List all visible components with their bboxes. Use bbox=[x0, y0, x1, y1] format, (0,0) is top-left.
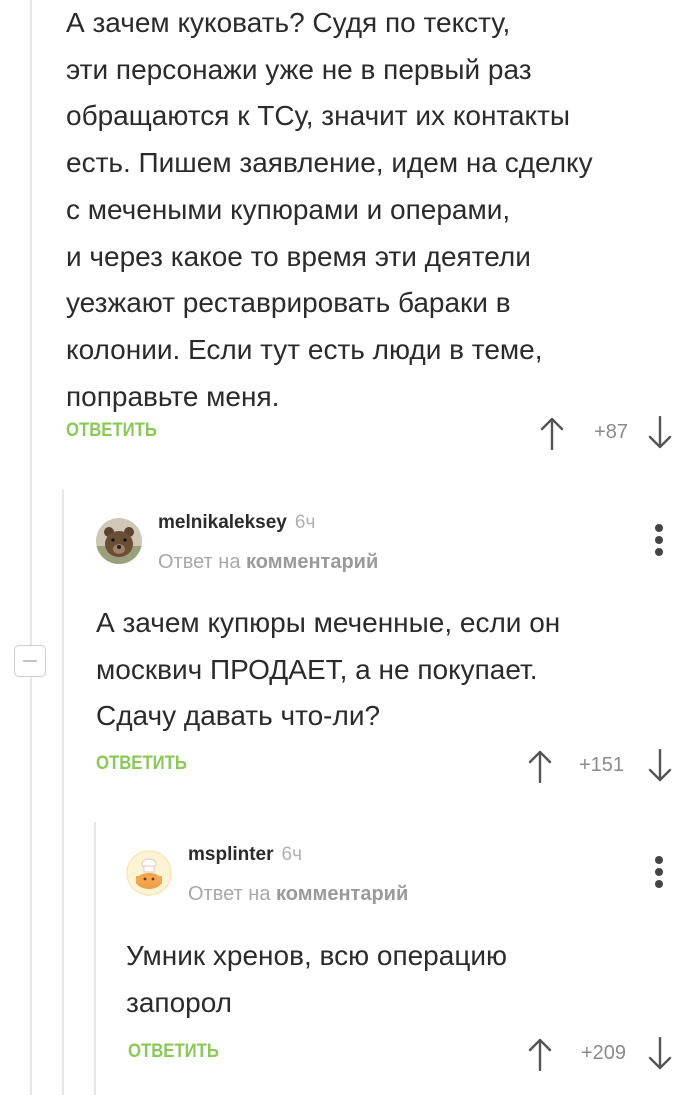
comment-time: 6ч bbox=[281, 844, 302, 865]
author-name[interactable]: melnikaleksey bbox=[158, 512, 287, 533]
reply-button[interactable]: ОТВЕТИТЬ bbox=[66, 420, 157, 442]
comment-line: поправьте меня. bbox=[66, 380, 280, 412]
bear-avatar-image bbox=[96, 518, 142, 564]
comment-line: уезжают реставрировать бараки в bbox=[66, 287, 511, 319]
comment-line: москвич ПРОДАЕТ, а не покупает. bbox=[96, 653, 538, 685]
comment-line: Сдачу давать что-ли? bbox=[96, 700, 381, 732]
arrow-up-icon[interactable] bbox=[528, 1037, 552, 1071]
arrow-down-icon[interactable] bbox=[648, 1037, 672, 1071]
thread-line-level2 bbox=[94, 822, 96, 1095]
comment-line: А зачем куковать? Судя по тексту, bbox=[66, 7, 511, 38]
kebab-menu-icon[interactable] bbox=[649, 524, 669, 558]
comment-line: А зачем купюры меченные, если он bbox=[96, 607, 561, 638]
comment-line: и через какое то время эти деятели bbox=[66, 240, 531, 272]
thread-line-root bbox=[30, 0, 32, 1095]
comment-line: эти персонажи уже не в первый раз bbox=[66, 53, 532, 85]
arrow-up-icon[interactable] bbox=[528, 749, 552, 783]
comment-time: 6ч bbox=[294, 512, 316, 533]
reply-to-prefix: Ответ на bbox=[158, 551, 241, 573]
arrow-up-icon[interactable] bbox=[540, 416, 564, 450]
reply-to-info: Ответ на комментарий bbox=[158, 551, 378, 574]
chef-cake-avatar-image bbox=[126, 850, 172, 896]
comment-line: есть. Пишем заявление, идем на сделку bbox=[66, 147, 593, 179]
reply-button[interactable]: ОТВЕТИТЬ bbox=[128, 1041, 219, 1063]
comment-body: А зачем куковать? Судя по тексту, эти пе… bbox=[66, 0, 593, 420]
comment-line: Умник хренов, всю операцию bbox=[126, 940, 507, 971]
collapse-thread-button[interactable] bbox=[14, 645, 46, 677]
reply-to-prefix: Ответ на bbox=[188, 883, 271, 905]
reply-button[interactable]: ОТВЕТИТЬ bbox=[96, 753, 187, 775]
kebab-menu-icon[interactable] bbox=[649, 856, 669, 890]
author-name[interactable]: msplinter bbox=[188, 844, 274, 865]
comment-line: колонии. Если тут есть люди в теме, bbox=[66, 333, 543, 365]
avatar[interactable] bbox=[96, 518, 142, 564]
reply-to-link[interactable]: комментарий bbox=[276, 883, 408, 905]
arrow-down-icon[interactable] bbox=[648, 749, 672, 783]
avatar[interactable] bbox=[126, 850, 172, 896]
arrow-down-icon[interactable] bbox=[648, 416, 672, 450]
comment-line: запорол bbox=[126, 986, 233, 1018]
comment-line: с мечеными купюрами и операми, bbox=[66, 193, 511, 225]
minus-icon bbox=[23, 660, 37, 662]
author-row: msplinter 6ч bbox=[188, 844, 302, 866]
rating-value: +87 bbox=[594, 421, 628, 443]
rating-value: +151 bbox=[578, 754, 624, 776]
reply-to-info: Ответ на комментарий bbox=[188, 883, 408, 906]
comment-body: Умник хренов, всю операцию запорол bbox=[126, 933, 507, 1026]
rating-value: +209 bbox=[580, 1042, 626, 1064]
reply-to-link[interactable]: комментарий bbox=[246, 551, 378, 573]
comment-line: обращаются к ТСу, значит их контакты bbox=[66, 100, 571, 132]
thread-line-level1 bbox=[62, 490, 64, 1095]
comment-body: А зачем купюры меченные, если он москвич… bbox=[96, 600, 560, 740]
author-row: melnikaleksey 6ч bbox=[158, 512, 315, 534]
